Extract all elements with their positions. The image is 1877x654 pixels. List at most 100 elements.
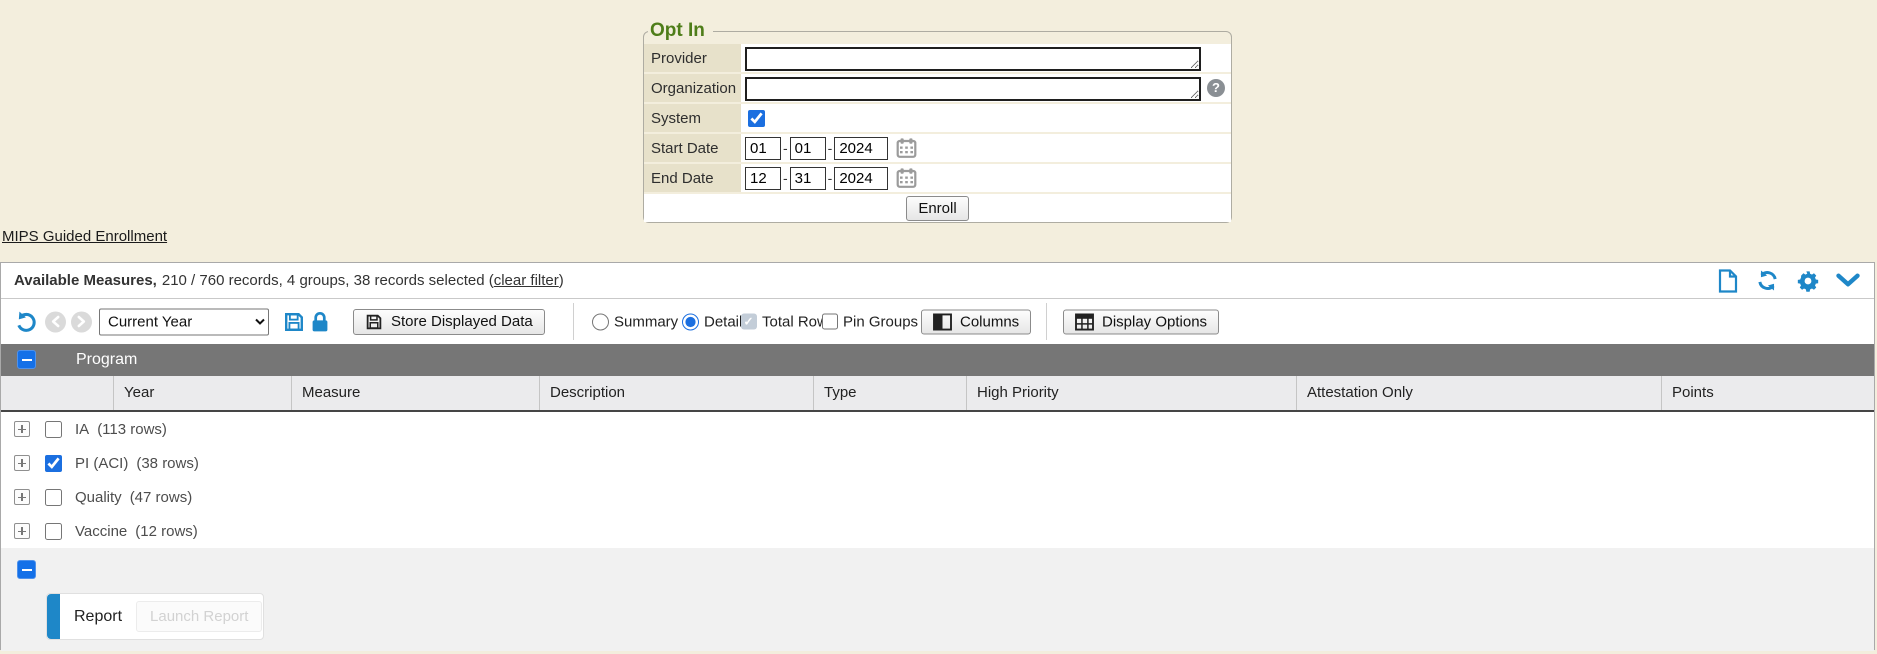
column-header-high-priority[interactable]: High Priority xyxy=(966,376,1296,410)
organization-label: Organization xyxy=(644,74,741,102)
available-measures-panel: Available Measures, 210 / 760 records, 4… xyxy=(0,262,1875,650)
calendar-icon[interactable] xyxy=(896,168,917,188)
date-separator: - xyxy=(828,140,833,156)
row-label: PI (ACI) xyxy=(75,455,128,472)
year-filter-select[interactable]: Current Year xyxy=(99,308,269,335)
refresh-icon[interactable] xyxy=(1755,269,1780,292)
launch-report-button[interactable]: Launch Report xyxy=(136,601,262,632)
end-date-year-input[interactable] xyxy=(834,167,888,190)
measures-title: Available Measures, xyxy=(14,272,157,289)
start-date-day-input[interactable] xyxy=(790,137,826,160)
column-header-year[interactable]: Year xyxy=(113,376,291,410)
table-grid-icon xyxy=(1075,313,1094,330)
opt-in-title: Opt In xyxy=(648,20,713,42)
help-icon[interactable]: ? xyxy=(1207,79,1225,97)
start-date-year-input[interactable] xyxy=(834,137,888,160)
date-separator: - xyxy=(783,170,788,186)
start-date-row: Start Date - - xyxy=(644,134,1231,164)
collapse-group-button[interactable] xyxy=(17,350,36,369)
table-row-pi-aci: PI (ACI) (38 rows) xyxy=(1,446,1874,480)
date-separator: - xyxy=(783,140,788,156)
provider-label: Provider xyxy=(644,44,741,72)
column-header-measure[interactable]: Measure xyxy=(291,376,539,410)
enroll-button[interactable]: Enroll xyxy=(906,196,968,221)
end-date-label: End Date xyxy=(644,164,741,192)
row-label: IA xyxy=(75,421,89,438)
column-header-attestation-only[interactable]: Attestation Only xyxy=(1296,376,1661,410)
toolbar-divider xyxy=(1046,303,1047,340)
summary-radio-label[interactable]: Summary xyxy=(614,313,678,330)
opt-in-form: Opt In Provider Organization ? System St… xyxy=(643,20,1232,223)
toolbar-divider xyxy=(573,303,574,340)
summary-radio[interactable] xyxy=(592,313,609,330)
pin-groups-label[interactable]: Pin Groups xyxy=(843,313,918,330)
date-separator: - xyxy=(828,170,833,186)
lock-icon[interactable] xyxy=(310,311,330,333)
history-back-button[interactable] xyxy=(45,311,66,332)
total-row-label: Total Row xyxy=(762,313,828,330)
store-displayed-data-button[interactable]: Store Displayed Data xyxy=(353,309,545,335)
program-group-label: Program xyxy=(76,344,137,376)
row-count: (113 rows) xyxy=(97,421,167,438)
table-row-vaccine: Vaccine (12 rows) xyxy=(1,514,1874,548)
organization-row: Organization ? xyxy=(644,74,1231,104)
mips-guided-enrollment-link[interactable]: MIPS Guided Enrollment xyxy=(2,228,167,245)
detail-radio-label[interactable]: Detail xyxy=(704,313,742,330)
columns-button[interactable]: Columns xyxy=(921,309,1031,334)
system-row: System xyxy=(644,104,1231,134)
chevron-down-icon[interactable] xyxy=(1836,273,1860,288)
row-count: (47 rows) xyxy=(130,489,193,506)
report-label: Report xyxy=(74,608,122,626)
column-header-points[interactable]: Points xyxy=(1661,376,1874,410)
end-date-day-input[interactable] xyxy=(790,167,826,190)
system-label: System xyxy=(644,104,741,132)
total-row-checkbox[interactable] xyxy=(741,314,757,330)
detail-radio[interactable] xyxy=(682,313,699,330)
column-header-type[interactable]: Type xyxy=(813,376,966,410)
table-row-ia: IA (113 rows) xyxy=(1,412,1874,446)
table-row-quality: Quality (47 rows) xyxy=(1,480,1874,514)
provider-row: Provider xyxy=(644,44,1231,74)
system-checkbox[interactable] xyxy=(748,110,765,127)
start-date-label: Start Date xyxy=(644,134,741,162)
new-document-icon[interactable] xyxy=(1718,269,1738,293)
program-group-bar: Program xyxy=(1,344,1874,376)
report-accent-bar xyxy=(47,594,60,639)
row-checkbox-ia[interactable] xyxy=(45,421,62,438)
save-icon xyxy=(365,313,383,331)
measures-toolbar: Current Year Store Displ xyxy=(1,299,1874,344)
calendar-icon[interactable] xyxy=(896,138,917,158)
expand-icon[interactable] xyxy=(14,489,30,505)
row-count: (12 rows) xyxy=(135,523,198,540)
expand-icon[interactable] xyxy=(14,421,30,437)
expand-icon[interactable] xyxy=(14,523,30,539)
pin-groups-checkbox[interactable] xyxy=(822,314,838,330)
enroll-row: Enroll xyxy=(644,194,1231,222)
gear-icon[interactable] xyxy=(1797,270,1819,292)
start-date-month-input[interactable] xyxy=(745,137,781,160)
row-checkbox-quality[interactable] xyxy=(45,489,62,506)
expand-icon[interactable] xyxy=(14,455,30,471)
organization-input[interactable] xyxy=(745,77,1201,101)
chevron-right-icon xyxy=(77,316,86,328)
measures-header: Available Measures, 210 / 760 records, 4… xyxy=(1,263,1874,299)
history-forward-button[interactable] xyxy=(71,311,92,332)
row-label: Quality xyxy=(75,489,122,506)
measures-footer: Report Launch Report xyxy=(1,548,1874,651)
row-count: (38 rows) xyxy=(136,455,199,472)
clear-filter-link[interactable]: clear filter xyxy=(494,272,559,289)
end-date-row: End Date - - xyxy=(644,164,1231,194)
row-label: Vaccine xyxy=(75,523,127,540)
undo-icon[interactable] xyxy=(14,310,39,333)
row-checkbox-vaccine[interactable] xyxy=(45,523,62,540)
end-date-month-input[interactable] xyxy=(745,167,781,190)
measures-summary: 210 / 760 records, 4 groups, 38 records … xyxy=(162,272,494,289)
provider-input[interactable] xyxy=(745,47,1201,71)
columns-icon xyxy=(933,313,952,330)
report-panel: Report Launch Report xyxy=(46,593,264,640)
display-options-button[interactable]: Display Options xyxy=(1063,309,1219,334)
column-header-description[interactable]: Description xyxy=(539,376,813,410)
row-checkbox-pi-aci[interactable] xyxy=(45,455,62,472)
save-view-icon[interactable] xyxy=(283,311,305,333)
collapse-group-button-bottom[interactable] xyxy=(17,560,36,579)
